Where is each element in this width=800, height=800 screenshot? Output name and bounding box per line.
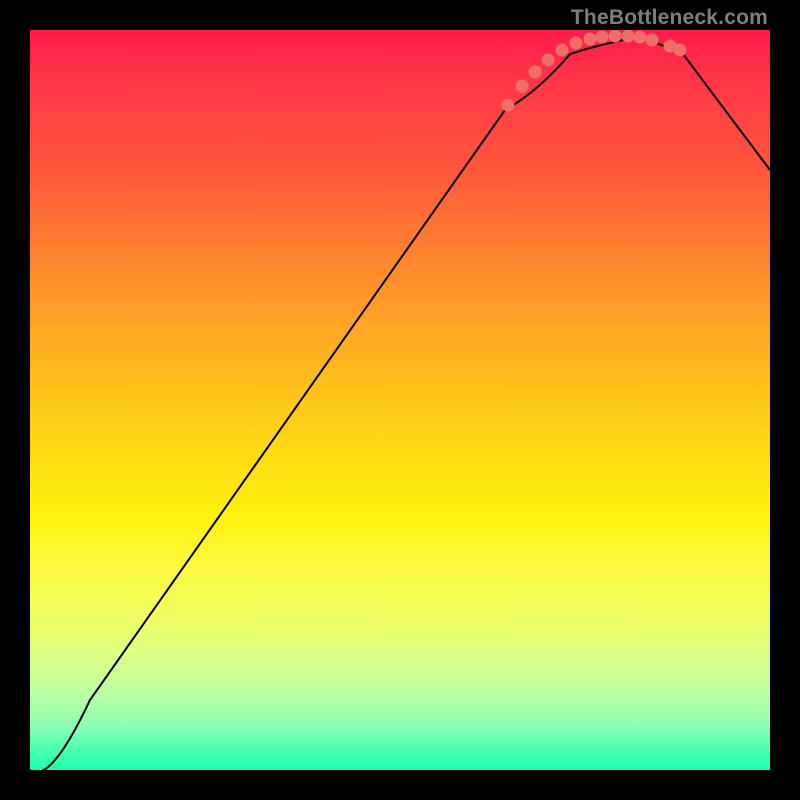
marker-dot — [596, 31, 609, 44]
bottleneck-curve — [30, 36, 770, 770]
marker-dot — [609, 30, 622, 43]
marker-dot — [516, 80, 529, 93]
marker-dot — [502, 99, 515, 112]
stage: TheBottleneck.com — [0, 0, 800, 800]
marker-dot — [542, 54, 555, 67]
credit-text: TheBottleneck.com — [571, 6, 768, 30]
marker-dot — [529, 66, 542, 79]
chart-svg — [30, 30, 770, 770]
marker-dot — [674, 44, 687, 57]
marker-dot — [570, 37, 583, 50]
marker-dot — [622, 30, 635, 43]
marker-dot — [634, 31, 647, 44]
curve-markers — [502, 30, 687, 112]
plot-area — [30, 30, 770, 770]
marker-dot — [556, 44, 569, 57]
marker-dot — [646, 34, 659, 47]
marker-dot — [584, 33, 597, 46]
